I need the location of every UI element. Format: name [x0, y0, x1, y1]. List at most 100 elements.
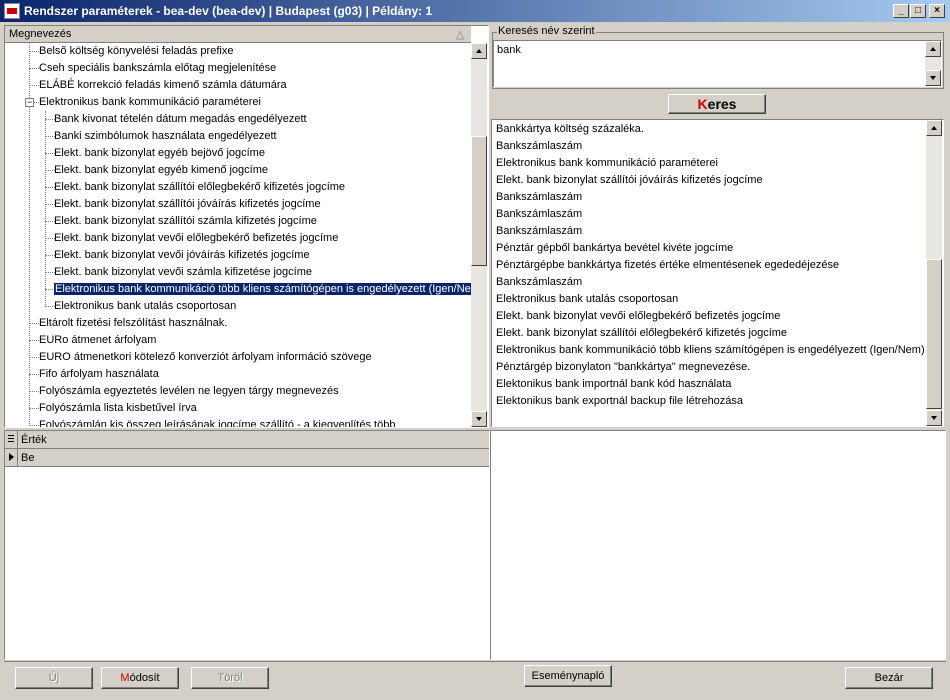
tree-connector [29, 374, 39, 375]
tree-item[interactable]: Elekt. bank bizonylat szállítói előlegbe… [54, 179, 345, 196]
tree-item[interactable]: Elektronikus bank kommunikáció paraméter… [39, 94, 261, 111]
tree-connector [29, 357, 39, 358]
search-result-item[interactable]: Elekt. bank bizonylat szállítói jóváírás… [496, 172, 763, 189]
tree-item-label: Bank kivonat tételén dátum megadás enged… [54, 113, 307, 125]
grid-menu-icon[interactable] [5, 431, 18, 448]
tree-item-label: Fifo árfolyam használata [39, 368, 159, 380]
tree-item[interactable]: ELÁBÉ korrekció feladás kimenő számla dá… [39, 77, 287, 94]
modify-hotkey: M [120, 672, 130, 684]
tree-connector [29, 68, 39, 69]
tree-item-label: Elekt. bank bizonylat vevői számla kifiz… [54, 266, 313, 278]
tree-item[interactable]: Elektronikus bank utalás csoportosan [54, 298, 236, 315]
tree-item[interactable]: Elekt. bank bizonylat vevői számla kifiz… [54, 264, 312, 281]
tree-item[interactable]: Elekt. bank bizonylat szállítói számla k… [54, 213, 317, 230]
search-scroll-up-icon[interactable] [925, 41, 941, 57]
value-grid[interactable]: Érték Be [4, 430, 490, 660]
tree-item-label: Elektronikus bank kommunikáció több klie… [53, 282, 471, 296]
search-result-item[interactable]: Bankszámlaszám [496, 223, 582, 240]
tree-item-label: Banki szimbólumok használata engedélyeze… [54, 130, 277, 142]
search-result-item[interactable]: Bankszámlaszám [496, 189, 582, 206]
results-body: Bankkártya költség százaléka. Bankszámlas… [492, 120, 926, 426]
search-result-item[interactable]: Elekt. bank bizonylat szállítói előlegbe… [496, 325, 787, 342]
tree-header[interactable]: Megnevezés △ [5, 26, 471, 43]
tree-item[interactable]: Banki szimbólumok használata engedélyeze… [54, 128, 277, 145]
tree-item[interactable]: EURo átmenet árfolyam [39, 332, 156, 349]
tree-scroll-thumb[interactable] [471, 136, 487, 266]
tree-item-label: ELÁBÉ korrekció feladás kimenő számla dá… [39, 79, 287, 91]
search-result-item[interactable]: Elektronikus bank utalás csoportosan [496, 291, 678, 308]
tree-connector [29, 425, 39, 426]
value-row[interactable]: Be [5, 449, 489, 467]
search-result-item[interactable]: Elekt. bank bizonylat vevői előlegbekérő… [496, 308, 780, 325]
tree-connector [29, 391, 39, 392]
search-button[interactable]: Keres [668, 94, 766, 114]
tree-connector [29, 323, 39, 324]
tree-item[interactable]: EURO átmenetkori kötelező konverziót árf… [39, 349, 372, 366]
tree-header-label: Megnevezés [9, 28, 72, 40]
tree-item-label: Cseh speciális bankszámla előtag megjele… [39, 62, 277, 74]
tree-scroll-down-icon[interactable] [471, 411, 487, 427]
results-scroll-down-icon[interactable] [926, 410, 942, 426]
new-button[interactable]: Új [15, 667, 93, 689]
tree-item-label: Elekt. bank bizonylat egyéb kimenő jogcí… [54, 164, 269, 176]
search-result-item[interactable]: Bankkártya költség százaléka. [496, 121, 644, 138]
search-result-item[interactable]: Elektonikus bank importnál bank kód hasz… [496, 376, 731, 393]
tree-item[interactable]: Elekt. bank bizonylat egyéb bejövő jogcí… [54, 145, 265, 162]
event-log-button[interactable]: Eseménynapló [524, 665, 612, 687]
search-scroll-down-icon[interactable] [925, 70, 941, 86]
tree-connector [29, 85, 39, 86]
tree-item-label: Elektronikus bank kommunikáció paraméter… [39, 96, 261, 108]
tree-item-label: Folyószámlán kis összeg leírásának jogcí… [39, 419, 396, 428]
tree-scroll-up-icon[interactable] [471, 43, 487, 59]
search-input-scrollbar[interactable] [925, 41, 941, 86]
modify-button[interactable]: Módosít [101, 667, 179, 689]
search-result-item[interactable]: Bankszámlaszám [496, 274, 582, 291]
tree-item[interactable]: Belső költség könyvelési feladás prefixe [39, 43, 233, 60]
tree-collapse-icon[interactable]: − [25, 98, 34, 107]
search-result-item[interactable]: Pénztárgépbe bankkártya fizetés értéke e… [496, 257, 839, 274]
search-input[interactable]: bank [493, 40, 942, 87]
tree-item-label: Elekt. bank bizonylat szállítói jóváírás… [54, 198, 321, 210]
search-result-item[interactable]: Bankszámlaszám [496, 138, 582, 155]
value-cell[interactable]: Be [21, 452, 34, 464]
search-result-item[interactable]: Elektronikus bank kommunikáció paraméter… [496, 155, 718, 172]
tree-item[interactable]: Elekt. bank bizonylat vevői jóváírás kif… [54, 247, 310, 264]
tree-scrollbar[interactable] [471, 43, 487, 427]
tree-item-label: Elektronikus bank utalás csoportosan [54, 300, 237, 312]
search-result-item[interactable]: Pénztárgép bizonylaton "bankkártya" megn… [496, 359, 750, 376]
tree-item[interactable]: Elekt. bank bizonylat vevői előlegbekérő… [54, 230, 338, 247]
search-result-item[interactable]: Pénztár gépből bankártya bevétel kivéte … [496, 240, 733, 257]
delete-button[interactable]: Töröl [191, 667, 269, 689]
tree-item[interactable]: Eltárolt fizetési felszólítást használna… [39, 315, 227, 332]
tree-item[interactable]: Bank kivonat tételén dátum megadás enged… [54, 111, 307, 128]
tree-item-label: Elekt. bank bizonylat egyéb bejövő jogcí… [54, 147, 265, 159]
search-group-label: Keresés név szerint [497, 25, 596, 37]
tree-item[interactable]: Cseh speciális bankszámla előtag megjele… [39, 60, 276, 77]
tree-item-label: Belső költség könyvelési feladás prefixe [39, 45, 234, 57]
tree-connector [29, 340, 39, 341]
value-column-header[interactable]: Érték [21, 434, 47, 446]
tree-item-selected[interactable]: Elektronikus bank kommunikáció több klie… [53, 281, 471, 298]
tree-item[interactable]: Elekt. bank bizonylat szállítói jóváírás… [54, 196, 321, 213]
search-result-item[interactable]: Bankszámlaszám [496, 206, 582, 223]
tree-item[interactable]: Fifo árfolyam használata [39, 366, 159, 383]
results-scroll-thumb[interactable] [926, 259, 942, 409]
results-scroll-up-icon[interactable] [926, 120, 942, 136]
tree-item[interactable]: Folyószámla lista kisbetűvel írva [39, 400, 197, 417]
tree-item-label: Folyószámla egyeztetés levélen ne legyen… [39, 385, 339, 397]
row-indicator [5, 449, 18, 466]
tree-item[interactable]: Elekt. bank bizonylat egyéb kimenő jogcí… [54, 162, 268, 179]
parameter-tree[interactable]: Megnevezés △ Belső költség könyvelési fe… [4, 25, 489, 428]
tree-item[interactable]: Folyószámlán kis összeg leírásának jogcí… [39, 417, 396, 428]
window-title: Rendszer paraméterek - bea-dev (bea-dev)… [24, 4, 433, 18]
tree-connector [29, 408, 39, 409]
minimize-button[interactable]: _ [893, 4, 909, 18]
results-scrollbar[interactable] [926, 120, 942, 426]
tree-item[interactable]: Folyószámla egyeztetés levélen ne legyen… [39, 383, 339, 400]
close-button[interactable]: Bezár [845, 667, 933, 689]
close-window-button[interactable]: × [929, 4, 945, 18]
maximize-button[interactable]: □ [910, 4, 926, 18]
search-result-item[interactable]: Elektronikus bank kommunikáció több klie… [496, 342, 925, 359]
search-results-list[interactable]: Bankkártya költség százaléka. Bankszámlas… [491, 119, 944, 427]
search-result-item[interactable]: Elektonikus bank exportnál backup file l… [496, 393, 743, 410]
